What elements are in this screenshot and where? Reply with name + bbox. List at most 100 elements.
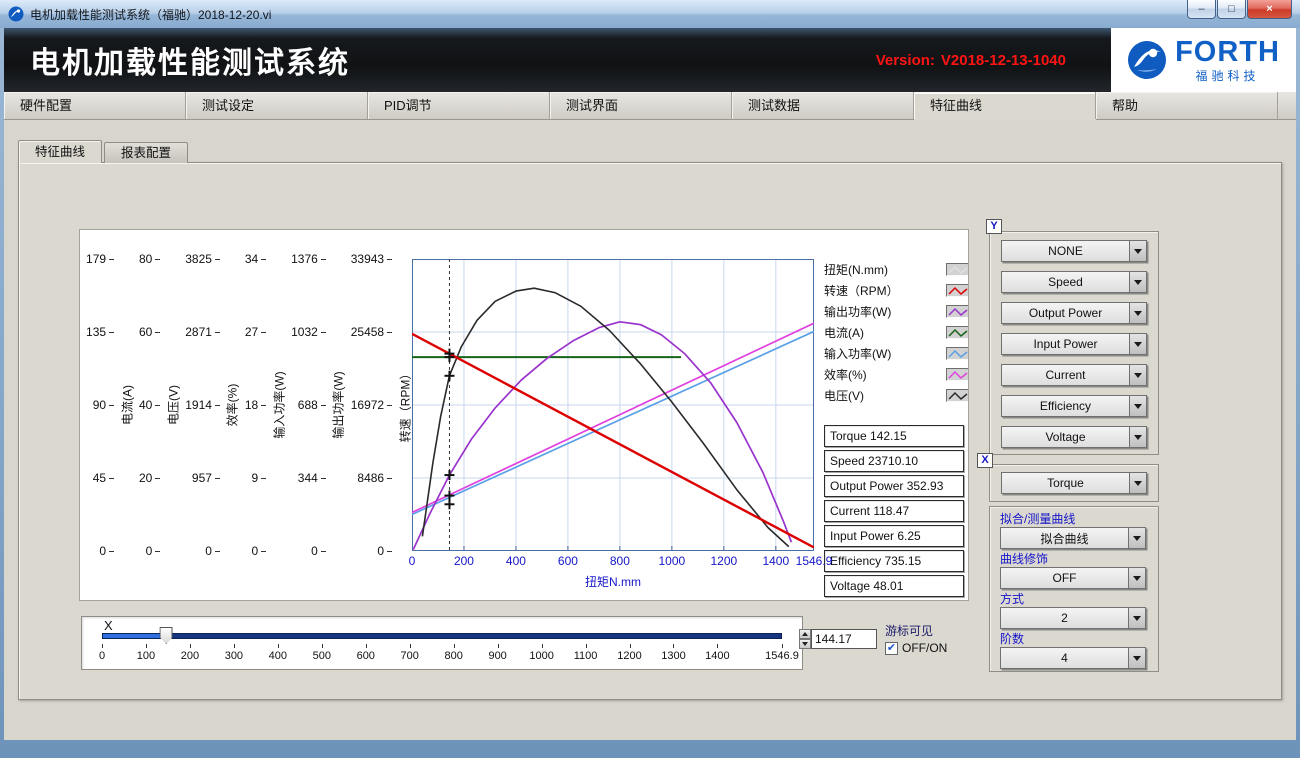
legend-item[interactable]: 电压(V)	[824, 385, 969, 406]
fit-control-label: 阶数	[1000, 632, 1148, 646]
legend-item[interactable]: 电流(A)	[824, 322, 969, 343]
readout-field: Output Power 352.93	[824, 475, 964, 497]
y-tick-label: 45	[86, 472, 114, 484]
main-tab[interactable]: PID调节	[368, 92, 550, 119]
logo-subtext: 福驰科技	[1195, 67, 1259, 84]
fit-control-selector[interactable]: 拟合曲线	[1000, 527, 1146, 549]
cursor-slider-track[interactable]	[102, 633, 782, 639]
legend-swatch[interactable]	[946, 284, 969, 297]
y-axis-title: 电流(A)	[119, 259, 134, 551]
y-axis-selector[interactable]: NONE	[1001, 240, 1147, 262]
fit-control-label: 方式	[1000, 592, 1148, 606]
chevron-down-icon[interactable]	[1129, 473, 1146, 493]
combo-value: 拟合曲线	[1001, 528, 1128, 548]
x-axis-group-label: X	[977, 453, 993, 468]
minimize-button[interactable]: –	[1187, 0, 1216, 19]
chevron-down-icon[interactable]	[1129, 303, 1146, 323]
y-tick-label: 0	[86, 545, 114, 557]
chevron-down-icon[interactable]	[1129, 427, 1146, 447]
slider-thumb[interactable]	[160, 627, 173, 644]
legend-swatch[interactable]	[946, 368, 969, 381]
slider-tick-mark	[498, 644, 499, 648]
legend-item[interactable]: 扭矩(N.mm)	[824, 259, 969, 280]
chevron-down-icon[interactable]	[1129, 334, 1146, 354]
fit-control: 拟合/测量曲线 拟合曲线	[1000, 512, 1148, 549]
slider-tick-label: 1300	[661, 650, 685, 662]
y-axis-selector[interactable]: Current	[1001, 364, 1147, 386]
fit-control-selector[interactable]: 2	[1000, 607, 1146, 629]
legend-label: 电压(V)	[824, 387, 864, 404]
y-axis-selector[interactable]: Output Power	[1001, 302, 1147, 324]
y-axis-selector[interactable]: Voltage	[1001, 426, 1147, 448]
chevron-down-icon[interactable]	[1128, 528, 1145, 548]
y-tick-label: 0	[351, 545, 392, 557]
main-tab[interactable]: 特征曲线	[914, 92, 1096, 119]
y-axis-selector[interactable]: Input Power	[1001, 333, 1147, 355]
chevron-down-icon[interactable]	[1128, 608, 1145, 628]
sub-tab[interactable]: 特征曲线	[18, 140, 102, 163]
y-axis-group-label: Y	[986, 219, 1002, 234]
legend-line-icon	[947, 264, 969, 276]
y-axis-ticks: 137610326883440	[291, 253, 326, 557]
legend-swatch[interactable]	[946, 347, 969, 360]
cursor-visible-checkbox[interactable]: ✔	[885, 642, 898, 655]
cursor-x-input[interactable]	[811, 629, 877, 649]
x-axis-selector[interactable]: Torque	[1001, 472, 1147, 494]
app-header: 电机加载性能测试系统 Version: V2018-12-13-1040 FOR…	[4, 28, 1296, 92]
legend-item[interactable]: 效率(%)	[824, 364, 969, 385]
chevron-down-icon[interactable]	[1129, 241, 1146, 261]
fit-control-selector[interactable]: 4	[1000, 647, 1146, 669]
fit-control: 阶数 4	[1000, 632, 1148, 669]
legend-item[interactable]: 输入功率(W)	[824, 343, 969, 364]
cursor-visible-label: 游标可见	[885, 622, 933, 639]
main-tab[interactable]: 硬件配置	[4, 92, 186, 119]
x-tick-label: 200	[454, 554, 474, 568]
decrement-button[interactable]	[799, 639, 811, 649]
close-button[interactable]: ×	[1247, 0, 1292, 19]
main-tab[interactable]: 测试设定	[186, 92, 368, 119]
chevron-down-icon[interactable]	[1128, 648, 1145, 668]
y-axis-selector[interactable]: Speed	[1001, 271, 1147, 293]
main-tab[interactable]: 帮助	[1096, 92, 1278, 119]
chevron-down-icon[interactable]	[1129, 396, 1146, 416]
main-tab[interactable]: 测试界面	[550, 92, 732, 119]
plot-canvas[interactable]	[412, 259, 814, 551]
maximize-button[interactable]: □	[1217, 0, 1246, 19]
fit-control-selector[interactable]: OFF	[1000, 567, 1146, 589]
chevron-down-icon[interactable]	[1129, 365, 1146, 385]
chevron-down-icon[interactable]	[1129, 272, 1146, 292]
app-title: 电机加载性能测试系统	[4, 38, 350, 82]
main-tab-label: 测试界面	[566, 98, 618, 113]
legend-swatch[interactable]	[946, 326, 969, 339]
content-area: 特征曲线 报表配置 17913590450电流(A)806040200电压(V)…	[4, 120, 1296, 740]
y-axis-selector[interactable]: Efficiency	[1001, 395, 1147, 417]
readout-text: Speed 23710.10	[830, 454, 918, 468]
title-bar[interactable]: 电机加载性能测试系统（福驰）2018-12-20.vi – □ ×	[0, 0, 1300, 28]
chart-container: 17913590450电流(A)806040200电压(V)3825287119…	[79, 229, 969, 601]
chevron-down-icon[interactable]	[1128, 568, 1145, 588]
legend-swatch[interactable]	[946, 263, 969, 276]
readout-field: Efficiency 735.15	[824, 550, 964, 572]
plot-area[interactable]: 02004006008001000120014001546.9 扭矩N.mm	[412, 259, 814, 600]
y-axis-ticks: 33943254581697284860	[351, 253, 392, 557]
legend-item[interactable]: 转速（RPM）	[824, 280, 969, 301]
y-axis-title: 输出功率(W)	[331, 259, 346, 551]
combo-value: 2	[1001, 608, 1128, 628]
slider-tick-label: 0	[99, 650, 105, 662]
y-tick-label: 179	[86, 253, 114, 265]
slider-tick-mark	[190, 644, 191, 648]
arrow-down-icon	[802, 642, 808, 649]
main-tab[interactable]: 测试数据	[732, 92, 914, 119]
readout-field: Speed 23710.10	[824, 450, 964, 472]
slider-tick-mark	[366, 644, 367, 648]
readout-field: Torque 142.15	[824, 425, 964, 447]
legend-swatch[interactable]	[946, 389, 969, 402]
y-tick-label: 3825	[185, 253, 220, 265]
increment-button[interactable]	[799, 629, 811, 639]
sub-tab[interactable]: 报表配置	[104, 142, 188, 163]
slider-tick-mark	[234, 644, 235, 648]
legend-item[interactable]: 输出功率(W)	[824, 301, 969, 322]
legend-swatch[interactable]	[946, 305, 969, 318]
slider-tick-label: 1400	[705, 650, 729, 662]
combo-value: Current	[1002, 365, 1129, 385]
